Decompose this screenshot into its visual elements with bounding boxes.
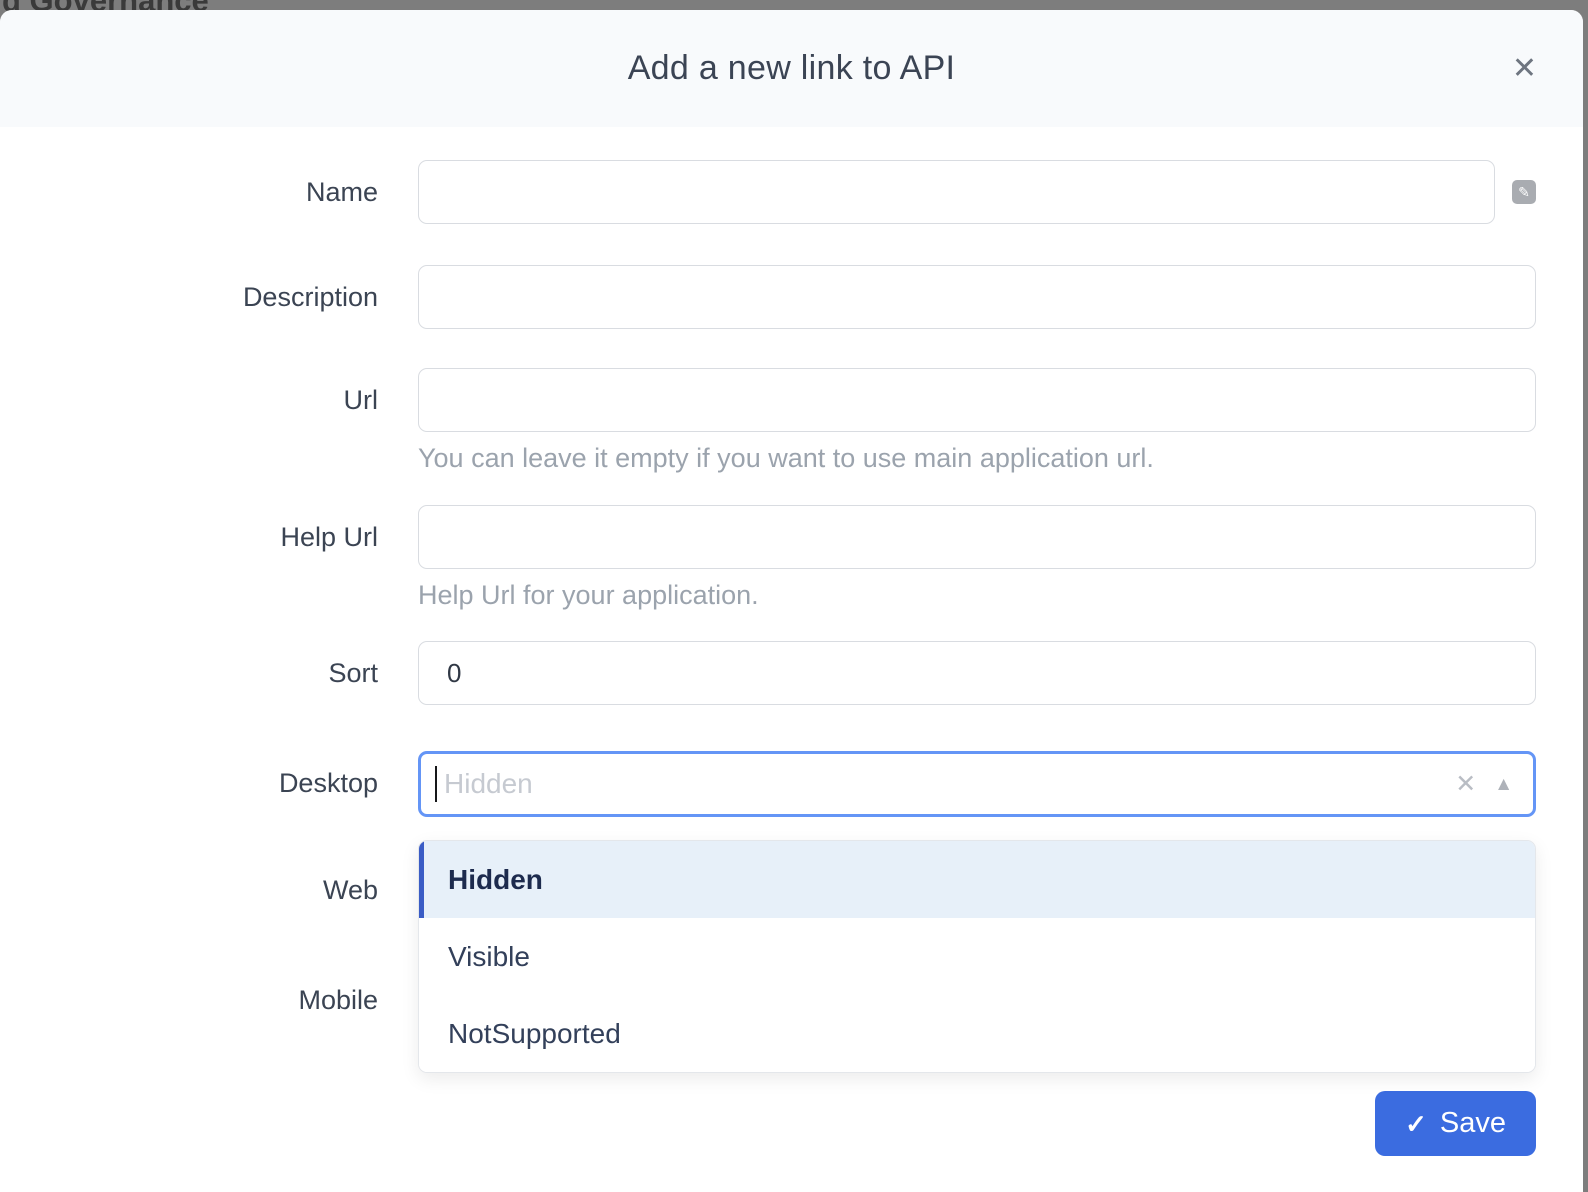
clear-icon[interactable]: ✕ [1455,771,1476,797]
help-url-helper-text: Help Url for your application. [418,580,759,610]
url-row: Url You can leave it empty if you want t… [0,368,1536,474]
add-link-modal: Add a new link to API ✕ Name ✎ Descripti… [0,10,1583,1192]
desktop-row: Desktop Hidden ✕ ▲ Hidden Visible NotSup… [0,751,1536,1073]
sort-input[interactable] [418,641,1536,705]
caret-up-icon[interactable]: ▲ [1494,775,1513,794]
sort-label: Sort [328,658,378,688]
name-input[interactable] [418,160,1495,224]
desktop-select[interactable]: Hidden ✕ ▲ [418,751,1536,817]
modal-body: Name ✎ Description Url You can leave it … [0,127,1583,1156]
desktop-dropdown-list: Hidden Visible NotSupported [418,840,1536,1073]
pencil-icon[interactable]: ✎ [1512,180,1536,204]
name-row: Name ✎ [0,160,1536,224]
help-url-input[interactable] [418,505,1536,569]
modal-header: Add a new link to API ✕ [0,10,1583,127]
dropdown-option-visible[interactable]: Visible [419,918,1535,995]
dropdown-option-hidden[interactable]: Hidden [419,841,1535,918]
save-button-label: Save [1439,1107,1506,1139]
sort-control [418,641,1536,705]
text-cursor [435,766,437,802]
url-input[interactable] [418,368,1536,432]
name-label: Name [305,177,378,207]
desktop-label: Desktop [278,768,378,798]
desktop-select-placeholder: Hidden [444,768,533,799]
mobile-label: Mobile [298,985,378,1015]
description-input[interactable] [418,265,1536,329]
modal-actions: ✓ Save [0,1091,1536,1156]
close-icon[interactable]: ✕ [1506,53,1543,85]
description-row: Description [0,265,1536,329]
url-label: Url [343,385,379,415]
sort-row: Sort [0,641,1536,705]
url-helper-text: You can leave it empty if you want to us… [418,443,1154,473]
web-label: Web [322,875,378,905]
help-url-label: Help Url [280,522,378,552]
description-control [418,265,1536,329]
save-button[interactable]: ✓ Save [1375,1091,1536,1156]
help-url-control: Help Url for your application. [418,505,1536,611]
help-url-row: Help Url Help Url for your application. [0,505,1536,611]
check-icon: ✓ [1405,1108,1427,1139]
modal-title: Add a new link to API [627,49,956,87]
url-control: You can leave it empty if you want to us… [418,368,1536,474]
dropdown-option-notsupported[interactable]: NotSupported [419,995,1535,1072]
desktop-select-control: Hidden ✕ ▲ Hidden Visible NotSupported [418,751,1536,1073]
name-control: ✎ [418,160,1536,224]
description-label: Description [242,282,378,312]
